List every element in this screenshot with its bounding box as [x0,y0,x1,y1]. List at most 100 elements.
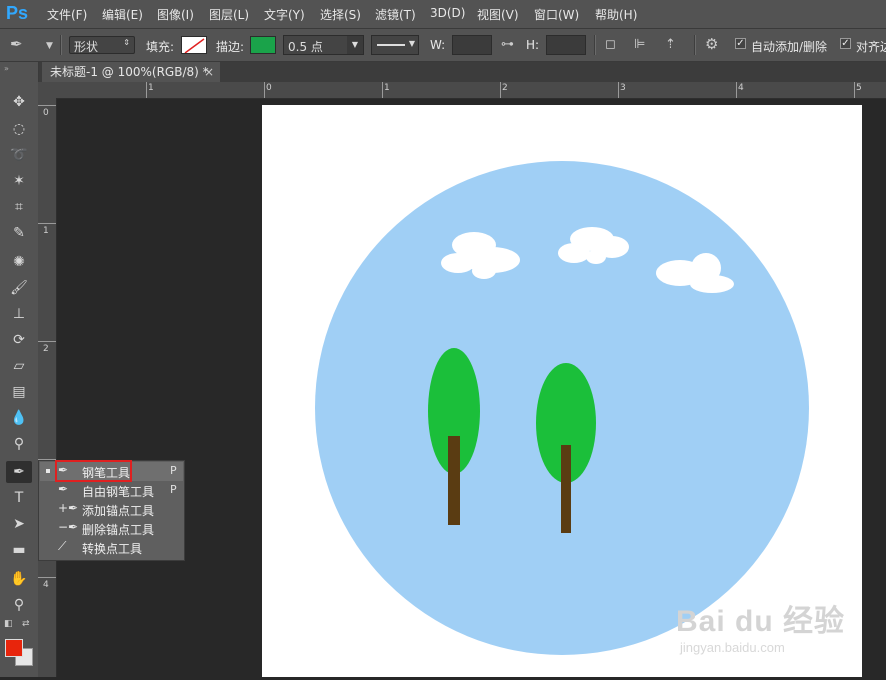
ruler-tick [500,82,501,98]
document-canvas[interactable] [262,105,862,677]
height-input[interactable] [546,35,586,55]
history-brush-tool-icon[interactable]: ⟳ [6,329,32,351]
zoom-tool-icon[interactable]: ⚲ [6,594,32,616]
menu-edit[interactable]: 编辑(E) [102,6,143,23]
brush-tool-icon[interactable]: 🖌 [6,277,32,299]
lasso-tool-icon[interactable]: ➰ [6,144,32,166]
move-tool-icon[interactable]: ✥ [6,91,32,113]
gear-icon[interactable]: ⚙ [705,35,718,53]
ruler-label: 2 [43,344,49,354]
chevron-down-icon: ▼ [408,39,415,48]
ruler-tick [618,82,619,98]
ruler-label: 1 [43,226,49,236]
height-label: H: [526,38,540,52]
shape-mode-dropdown[interactable]: 形状 ⇕ [69,36,135,54]
annotation-highlight-box [55,460,132,482]
ruler-tick [38,341,56,342]
flyout-item-shortcut: P [170,464,177,477]
stroke-color-swatch[interactable] [250,36,276,54]
updown-arrow-icon: ⇕ [123,38,130,47]
add-anchor-icon: +✒ [58,501,79,515]
auto-add-delete-checkbox[interactable]: ✓ [735,38,746,49]
link-icon[interactable]: ⊶ [501,37,514,52]
horizontal-ruler[interactable]: 1 0 1 2 3 4 5 [38,82,886,99]
vertical-ruler[interactable]: 0 1 2 3 4 [38,98,57,677]
ruler-tick [264,82,265,98]
flyout-item-label: 添加锚点工具 [82,504,155,518]
stroke-type-dropdown[interactable]: ▼ [371,35,419,55]
flyout-item-label: 删除锚点工具 [82,523,155,537]
crop-tool-icon[interactable]: ⌗ [6,196,32,218]
path-arrangement-icon[interactable]: ⇡ [665,37,676,52]
menu-select[interactable]: 选择(S) [320,6,361,23]
ruler-tick [38,105,56,106]
ruler-label: 1 [384,83,390,93]
pen-tool-icon[interactable]: ✒ [6,461,32,483]
shape-mode-value: 形状 [74,40,99,54]
eyedropper-tool-icon[interactable]: ✎ [6,222,32,244]
ruler-label: 3 [620,83,626,93]
flyout-item-delete-anchor[interactable]: −✒ 删除锚点工具 [40,519,183,538]
stroke-width-value: 0.5 点 [288,40,323,54]
flyout-item-convert-point[interactable]: ⟋ 转换点工具 [40,538,183,557]
flyout-item-add-anchor[interactable]: +✒ 添加锚点工具 [40,500,183,519]
menu-bar: Ps 文件(F) 编辑(E) 图像(I) 图层(L) 文字(Y) 选择(S) 滤… [0,0,886,29]
foreground-color-swatch[interactable] [5,639,23,657]
fill-label: 填充: [146,40,175,54]
blur-tool-icon[interactable]: 💧 [6,407,32,429]
tree-trunk [561,445,571,533]
preset-dropdown-arrow-icon[interactable]: ▼ [46,41,53,51]
width-label: W: [430,38,446,52]
menu-image[interactable]: 图像(I) [157,6,194,23]
tools-panel: » ✥ ◌ ➰ ✶ ⌗ ✎ ✺ 🖌 ⊥ ⟳ ▱ ▤ 💧 ⚲ ✒ T ➤ ▬ ✋ … [0,62,39,677]
pen-tool-preset-icon[interactable]: ✒ [10,35,23,53]
watermark-logo: Bai du 经验 [676,605,846,638]
stroke-width-field[interactable]: 0.5 点 ▼ [283,35,364,55]
menu-help[interactable]: 帮助(H) [595,6,637,23]
rectangle-tool-icon[interactable]: ▬ [6,539,32,561]
type-tool-icon[interactable]: T [6,487,32,509]
width-input[interactable] [452,35,492,55]
hand-tool-icon[interactable]: ✋ [6,568,32,590]
flyout-item-label: 自由钢笔工具 [82,485,155,499]
clone-stamp-tool-icon[interactable]: ⊥ [6,303,32,325]
ruler-label: 4 [43,580,49,590]
ruler-label: 0 [266,83,272,93]
menu-type[interactable]: 文字(Y) [264,6,305,23]
ruler-tick [382,82,383,98]
flyout-item-shortcut: P [170,483,177,496]
flyout-item-freeform-pen[interactable]: ✒ 自由钢笔工具 P [40,481,183,500]
align-edges-checkbox[interactable]: ✓ [840,38,851,49]
menu-3d[interactable]: 3D(D) [430,6,465,20]
ruler-tick [146,82,147,98]
align-edges-label: 对齐边 [856,40,886,54]
separator [694,35,696,55]
document-tab[interactable]: 未标题-1 @ 100%(RGB/8) * × [42,62,220,82]
menu-window[interactable]: 窗口(W) [534,6,579,23]
default-colors-icon[interactable]: ◧ [4,619,13,629]
menu-file[interactable]: 文件(F) [47,6,87,23]
eraser-tool-icon[interactable]: ▱ [6,355,32,377]
collapse-panel-icon[interactable]: » [4,64,9,73]
menu-layer[interactable]: 图层(L) [209,6,249,23]
menu-view[interactable]: 视图(V) [477,6,519,23]
chevron-down-icon[interactable]: ▼ [347,36,363,54]
ruler-label: 2 [502,83,508,93]
separator [594,35,596,55]
magic-wand-tool-icon[interactable]: ✶ [6,170,32,192]
path-selection-tool-icon[interactable]: ➤ [6,513,32,535]
auto-add-delete-label: 自动添加/删除 [751,40,828,54]
gradient-tool-icon[interactable]: ▤ [6,381,32,403]
elliptical-marquee-tool-icon[interactable]: ◌ [6,118,32,140]
ruler-label: 5 [856,83,862,93]
tree-trunk [448,436,460,525]
path-alignment-icon[interactable]: ⊫ [634,37,645,52]
fill-swatch[interactable] [181,36,207,54]
close-tab-icon[interactable]: × [204,62,214,82]
ruler-label: 1 [148,83,154,93]
swap-colors-icon[interactable]: ⇄ [22,619,30,629]
spot-healing-tool-icon[interactable]: ✺ [6,251,32,273]
dodge-tool-icon[interactable]: ⚲ [6,433,32,455]
path-operations-icon[interactable]: ◻ [605,37,616,52]
menu-filter[interactable]: 滤镜(T) [375,6,416,23]
